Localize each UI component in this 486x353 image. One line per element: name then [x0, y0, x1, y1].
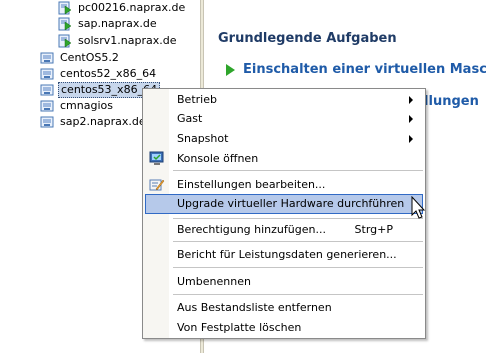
- menu-item-konsole[interactable]: Konsole öffnen: [145, 149, 423, 168]
- submenu-arrow-icon: [409, 96, 413, 104]
- tree-item-centos5-2[interactable]: CentOS5.2: [40, 49, 121, 66]
- vm-powered-on-icon: [58, 1, 72, 15]
- menu-item-label: Aus Bestandsliste entfernen: [177, 301, 332, 314]
- vm-icon: [40, 99, 54, 113]
- menu-item-berechtigung[interactable]: Berechtigung hinzufügen... Strg+P: [145, 220, 423, 239]
- tree-item-centos52[interactable]: centos52_x86_64: [40, 65, 158, 82]
- menu-item-upgrade-hardware[interactable]: Upgrade virtueller Hardware durchführen: [145, 194, 423, 214]
- menu-item-umbenennen[interactable]: Umbenennen: [145, 272, 423, 291]
- menu-item-bericht[interactable]: Bericht für Leistungsdaten generieren...: [145, 245, 423, 264]
- context-menu: Betrieb Gast Snapshot Konsole öffnen Ein…: [142, 88, 426, 339]
- menu-item-label: Berechtigung hinzufügen...: [177, 223, 326, 236]
- menu-item-snapshot[interactable]: Snapshot: [145, 129, 423, 148]
- vm-icon: [40, 51, 54, 65]
- submenu-arrow-icon: [409, 135, 413, 143]
- tree-item-solsrv1[interactable]: solsrv1.naprax.de: [58, 32, 179, 49]
- mouse-cursor-icon: [411, 196, 426, 219]
- power-on-task-link[interactable]: Einschalten einer virtuellen Masch: [226, 62, 486, 77]
- tree-item-cmnagios[interactable]: cmnagios: [40, 97, 115, 114]
- menu-item-einstellungen[interactable]: Einstellungen bearbeiten...: [145, 175, 423, 194]
- play-icon: [226, 63, 235, 76]
- menu-item-label: Einstellungen bearbeiten...: [177, 178, 326, 191]
- tree-item-pc00216[interactable]: pc00216.naprax.de: [58, 0, 187, 16]
- console-icon: [149, 151, 165, 166]
- menu-item-label: Umbenennen: [177, 275, 251, 288]
- menu-item-label: Bericht für Leistungsdaten generieren...: [177, 248, 397, 261]
- vm-powered-on-icon: [58, 17, 72, 31]
- section-title: Grundlegende Aufgaben: [218, 31, 397, 46]
- menu-item-entfernen[interactable]: Aus Bestandsliste entfernen: [145, 298, 423, 317]
- menu-separator: [173, 294, 423, 295]
- vm-icon: [40, 115, 54, 129]
- menu-item-label: Upgrade virtueller Hardware durchführen: [177, 197, 405, 210]
- tree-item-label: pc00216.naprax.de: [78, 1, 186, 14]
- tree-item-label: cmnagios: [60, 99, 113, 112]
- menu-item-betrieb[interactable]: Betrieb: [145, 90, 423, 109]
- vm-icon: [40, 83, 54, 97]
- menu-item-label: Konsole öffnen: [177, 152, 259, 165]
- menu-separator: [173, 218, 423, 219]
- tree-item-label: sap.naprax.de: [78, 17, 157, 30]
- menu-item-shortcut: Strg+P: [354, 223, 393, 236]
- tree-item-sap2[interactable]: sap2.naprax.de: [40, 113, 148, 130]
- menu-item-label: Von Festplatte löschen: [177, 321, 302, 334]
- menu-separator: [173, 241, 423, 242]
- menu-item-label: Gast: [177, 112, 203, 125]
- menu-separator: [173, 267, 423, 268]
- tree-item-label: sap2.naprax.de: [60, 115, 146, 128]
- submenu-arrow-icon: [409, 115, 413, 123]
- menu-item-gast[interactable]: Gast: [145, 109, 423, 128]
- tree-item-label: CentOS5.2: [60, 51, 119, 64]
- tree-item-sap[interactable]: sap.naprax.de: [58, 15, 159, 32]
- edit-settings-icon: [149, 177, 165, 192]
- menu-separator: [173, 170, 423, 171]
- menu-item-label: Betrieb: [177, 93, 217, 106]
- tree-item-label: solsrv1.naprax.de: [78, 34, 177, 47]
- vm-icon: [40, 67, 54, 81]
- task-label: Einschalten einer virtuellen Masch: [243, 62, 486, 77]
- menu-item-label: Snapshot: [177, 132, 229, 145]
- menu-item-loeschen[interactable]: Von Festplatte löschen: [145, 318, 423, 337]
- vm-powered-on-icon: [58, 34, 72, 48]
- tree-item-label: centos52_x86_64: [60, 67, 157, 80]
